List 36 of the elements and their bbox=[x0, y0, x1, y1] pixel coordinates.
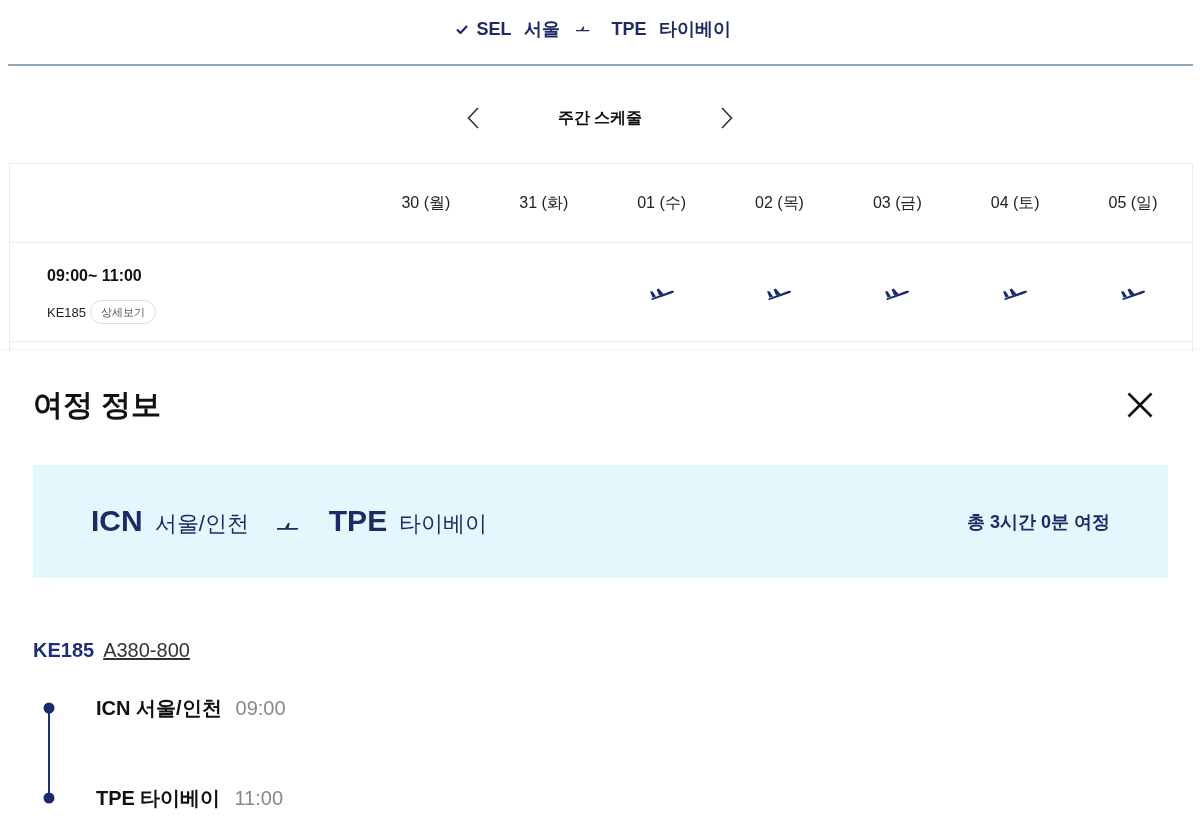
aircraft-link[interactable]: A380-800 bbox=[103, 636, 190, 664]
origin-code: SEL bbox=[476, 18, 512, 40]
stop-time: 09:00 bbox=[235, 696, 286, 721]
details-button[interactable]: 상세보기 bbox=[90, 300, 157, 324]
flight-number: KE185 bbox=[47, 304, 87, 320]
destination-code: TPE bbox=[611, 18, 647, 40]
day-header: 03 (금) bbox=[872, 192, 922, 213]
next-week-button[interactable] bbox=[720, 106, 735, 130]
day-header: 01 (수) bbox=[637, 192, 687, 213]
stop-time: 11:00 bbox=[234, 786, 284, 811]
flight-number: KE185 bbox=[33, 638, 95, 663]
flight-time: 09:00~ 11:00 bbox=[47, 267, 142, 284]
previous-week-button[interactable] bbox=[465, 106, 480, 130]
chevron-right-icon bbox=[721, 107, 734, 129]
chevron-left-icon bbox=[466, 107, 479, 129]
airplane-icon bbox=[575, 26, 590, 32]
close-icon bbox=[1127, 392, 1153, 418]
day-header: 04 (토) bbox=[990, 192, 1040, 213]
stop-airport: TPE 타이베이 bbox=[96, 786, 221, 811]
itinerary-title: 여정 정보 bbox=[33, 387, 162, 423]
airplane-icon bbox=[276, 522, 299, 531]
total-duration: 총 3시간 0분 여정 bbox=[966, 510, 1110, 534]
day-header: 02 (목) bbox=[755, 192, 804, 213]
week-schedule-title: 주간 스케줄 bbox=[557, 107, 643, 128]
origin-city: 서울/인천 bbox=[154, 510, 249, 538]
destination-code: TPE bbox=[328, 504, 388, 538]
close-button[interactable] bbox=[1127, 392, 1153, 418]
origin-code: ICN bbox=[91, 504, 143, 538]
stop-airport: ICN 서울/인천 bbox=[96, 696, 222, 721]
destination-city: 타이베이 bbox=[658, 18, 731, 41]
check-icon bbox=[456, 24, 469, 34]
destination-city: 타이베이 bbox=[399, 510, 488, 538]
day-header: 05 (일) bbox=[1108, 192, 1158, 213]
day-header: 30 (월) bbox=[401, 192, 451, 213]
day-header: 31 (화) bbox=[519, 192, 569, 213]
origin-city: 서울 bbox=[523, 18, 560, 41]
